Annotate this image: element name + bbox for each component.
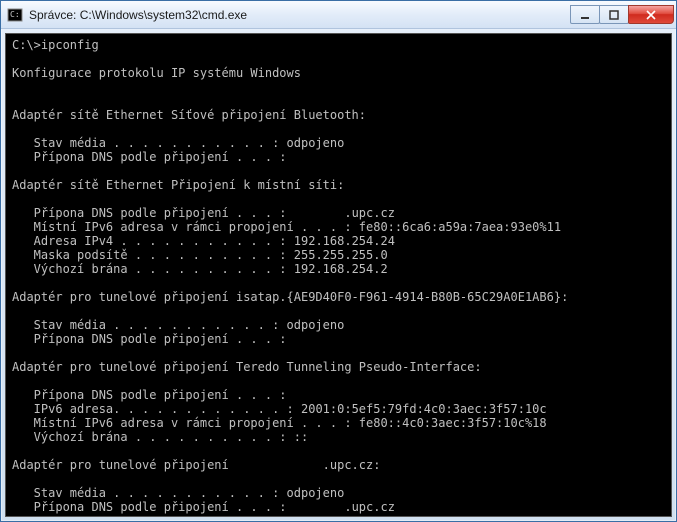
isatap-media-label: Stav média . . . . . . . . . . . : bbox=[12, 318, 279, 332]
titlebar[interactable]: C: Správce: C:\Windows\system32\cmd.exe bbox=[1, 1, 676, 29]
lan-gw-label: Výchozí brána . . . . . . . . . . : bbox=[12, 262, 287, 276]
upc-media-label: Stav média . . . . . . . . . . . : bbox=[12, 486, 279, 500]
teredo-ll6-label: Místní IPv6 adresa v rámci propojení . .… bbox=[12, 416, 352, 430]
cmd-icon: C: bbox=[7, 7, 23, 23]
adapter-lan-title: Adaptér sítě Ethernet Připojení k místní… bbox=[12, 178, 344, 192]
header-line: Konfigurace protokolu IP systému Windows bbox=[12, 66, 301, 80]
cmd-window: C: Správce: C:\Windows\system32\cmd.exe … bbox=[0, 0, 677, 522]
lan-mask-label: Maska podsítě . . . . . . . . . . : bbox=[12, 248, 287, 262]
teredo-dns-label: Přípona DNS podle připojení . . . : bbox=[12, 388, 287, 402]
bt-media-value: odpojeno bbox=[279, 136, 344, 150]
adapter-isatap-title: Adaptér pro tunelové připojení isatap.{A… bbox=[12, 290, 568, 304]
isatap-dns-label: Přípona DNS podle připojení . . . : bbox=[12, 332, 287, 346]
lan-ll6-value: fe80::6ca6:a59a:7aea:93e0%11 bbox=[352, 220, 562, 234]
lan-gw-value: 192.168.254.2 bbox=[287, 262, 388, 276]
upc-dns-label: Přípona DNS podle připojení . . . : bbox=[12, 500, 287, 514]
teredo-gw-label: Výchozí brána . . . . . . . . . . : bbox=[12, 430, 287, 444]
terminal-area[interactable]: C:\>ipconfig Konfigurace protokolu IP sy… bbox=[5, 33, 672, 517]
svg-text:C:: C: bbox=[10, 10, 20, 19]
command: ipconfig bbox=[41, 38, 99, 52]
prompt: C:\> bbox=[12, 38, 41, 52]
minimize-button[interactable] bbox=[570, 5, 600, 24]
adapter-teredo-title: Adaptér pro tunelové připojení Teredo Tu… bbox=[12, 360, 482, 374]
isatap-media-value: odpojeno bbox=[279, 318, 344, 332]
upc-media-value: odpojeno bbox=[279, 486, 344, 500]
lan-ipv4-label: Adresa IPv4 . . . . . . . . . . . : bbox=[12, 234, 287, 248]
lan-ipv4-value: 192.168.254.24 bbox=[287, 234, 395, 248]
teredo-ll6-value: fe80::4c0:3aec:3f57:10c%18 bbox=[352, 416, 547, 430]
lan-mask-value: 255.255.255.0 bbox=[287, 248, 388, 262]
teredo-ipv6-value: 2001:0:5ef5:79fd:4c0:3aec:3f57:10c bbox=[294, 402, 547, 416]
adapter-bt-title: Adaptér sítě Ethernet Síťové připojení B… bbox=[12, 108, 366, 122]
bt-media-label: Stav média . . . . . . . . . . . : bbox=[12, 136, 279, 150]
bt-dns-label: Přípona DNS podle připojení . . . : bbox=[12, 150, 287, 164]
upc-dns-value: .upc.cz bbox=[287, 500, 395, 514]
maximize-button[interactable] bbox=[599, 5, 629, 24]
teredo-gw-value: :: bbox=[287, 430, 309, 444]
lan-dns-value: .upc.cz bbox=[287, 206, 395, 220]
terminal-output: C:\>ipconfig Konfigurace protokolu IP sy… bbox=[12, 38, 665, 517]
window-title: Správce: C:\Windows\system32\cmd.exe bbox=[29, 8, 571, 22]
adapter-upc-title: Adaptér pro tunelové připojení .upc.cz: bbox=[12, 458, 380, 472]
lan-ll6-label: Místní IPv6 adresa v rámci propojení . .… bbox=[12, 220, 352, 234]
window-buttons bbox=[571, 5, 674, 24]
teredo-ipv6-label: IPv6 adresa. . . . . . . . . . . . : bbox=[12, 402, 294, 416]
lan-dns-label: Přípona DNS podle připojení . . . : bbox=[12, 206, 287, 220]
close-button[interactable] bbox=[628, 5, 674, 24]
